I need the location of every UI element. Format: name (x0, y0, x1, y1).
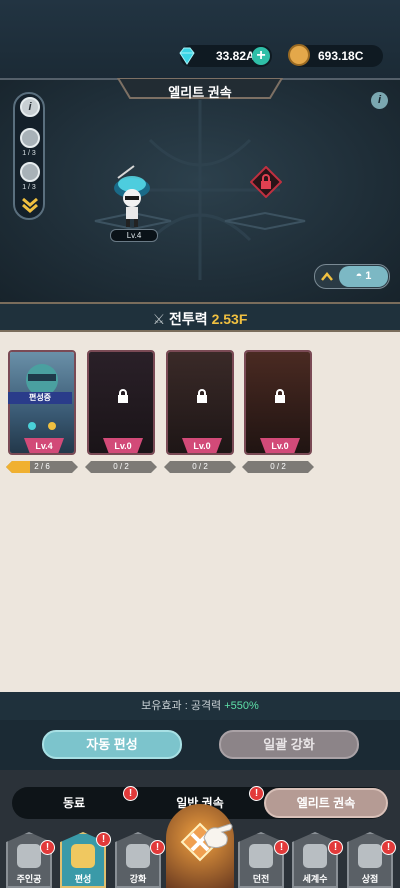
elite-card-2[interactable]: Lv.0 (87, 350, 155, 455)
chevron-up-icon (321, 272, 333, 281)
lock-icon (118, 389, 128, 403)
alert-badge: ! (123, 786, 138, 801)
progress-text: 0 / 2 (113, 462, 129, 471)
card-level: Lv.0 (103, 438, 143, 453)
formation-icon (71, 844, 95, 868)
card-progress-4: 0 / 2 (242, 461, 314, 473)
character-sprite[interactable] (104, 160, 164, 230)
alert-badge: ! (381, 840, 396, 855)
world-tree-icon (303, 844, 327, 868)
card-level: Lv.4 (24, 438, 64, 453)
progress-text: 2 / 6 (34, 462, 50, 471)
side-count-2: 1 / 3 (22, 184, 36, 191)
combat-power-value: 2.53F (211, 311, 248, 327)
pointing-hand-icon (203, 823, 233, 849)
lock-icon (275, 389, 285, 403)
add-gems-button[interactable]: + (252, 47, 270, 65)
side-count-1: 1 / 3 (22, 150, 36, 157)
party-count-value: 1 (365, 270, 372, 282)
skull-icon (20, 128, 40, 148)
nav-label: 강화 (129, 874, 147, 884)
card-level: Lv.0 (260, 438, 300, 453)
alert-badge: ! (40, 840, 55, 855)
alert-badge: ! (150, 840, 165, 855)
elite-card-4[interactable]: Lv.0 (244, 350, 312, 455)
gem-amount: 33.82A (216, 49, 255, 63)
progress-text: 0 / 2 (270, 462, 286, 471)
combat-power: ⚔ 전투력 2.53F (0, 309, 400, 329)
progress-text: 0 / 2 (192, 462, 208, 471)
gem-counter[interactable]: 33.82A + (179, 45, 272, 67)
alert-badge: ! (328, 840, 343, 855)
help-icon[interactable]: i (371, 92, 388, 109)
tab-elite-minion[interactable]: 엘리트 권속 (264, 788, 388, 818)
alert-badge: ! (249, 786, 264, 801)
nav-label: 세계수 (302, 874, 328, 884)
gold-amount: 693.18C (318, 49, 364, 63)
card-level: Lv.0 (182, 438, 222, 453)
nav-battle[interactable] (166, 804, 234, 888)
gem-icon (179, 47, 195, 65)
top-bar (0, 0, 400, 80)
effect-label: 보유효과 : 공격력 (141, 700, 222, 712)
face-icon (20, 162, 40, 182)
nav-label: 상점 (361, 874, 379, 884)
tab-companion[interactable]: 동료 (12, 787, 136, 819)
nav-label: 던전 (252, 874, 270, 884)
card-progress-1: 2 / 6 (6, 461, 78, 473)
chevron-down-icon[interactable] (20, 194, 40, 214)
ownership-effect: 보유효과 : 공격력 +550% (0, 692, 400, 720)
dungeon-icon (249, 844, 273, 868)
gold-counter[interactable]: 693.18C (288, 44, 383, 67)
lock-icon (197, 389, 207, 403)
upgrade-icon (126, 844, 150, 868)
nav-label: 편성 (74, 874, 92, 884)
scene-title: 엘리트 권속 (168, 85, 232, 100)
alert-badge: ! (274, 840, 289, 855)
card-progress-2: 0 / 2 (85, 461, 157, 473)
bulk-upgrade-button[interactable]: 일괄 강화 (219, 730, 359, 759)
shop-icon (358, 844, 382, 868)
alert-badge: ! (96, 832, 111, 847)
hero-icon (17, 844, 41, 868)
card-progress-3: 0 / 2 (164, 461, 236, 473)
elite-card-3[interactable]: Lv.0 (166, 350, 234, 455)
crossed-swords-icon: ⚔ (152, 311, 170, 327)
nav-label: 주인공 (16, 874, 42, 884)
ghost-icon: ◓ (355, 270, 366, 282)
character-level: Lv.4 (110, 229, 158, 242)
gold-coin-icon (288, 44, 310, 66)
side-info-panel: i 1 / 3 1 / 3 (13, 92, 45, 220)
locked-slot[interactable] (250, 166, 282, 198)
in-formation-badge: 편성중 (8, 392, 72, 404)
party-count[interactable]: ◓ 1 (339, 266, 388, 287)
combat-power-label: 전투력 (169, 311, 208, 327)
auto-formation-button[interactable]: 자동 편성 (42, 730, 182, 759)
effect-value: +550% (224, 700, 259, 712)
info-icon[interactable]: i (20, 97, 40, 117)
